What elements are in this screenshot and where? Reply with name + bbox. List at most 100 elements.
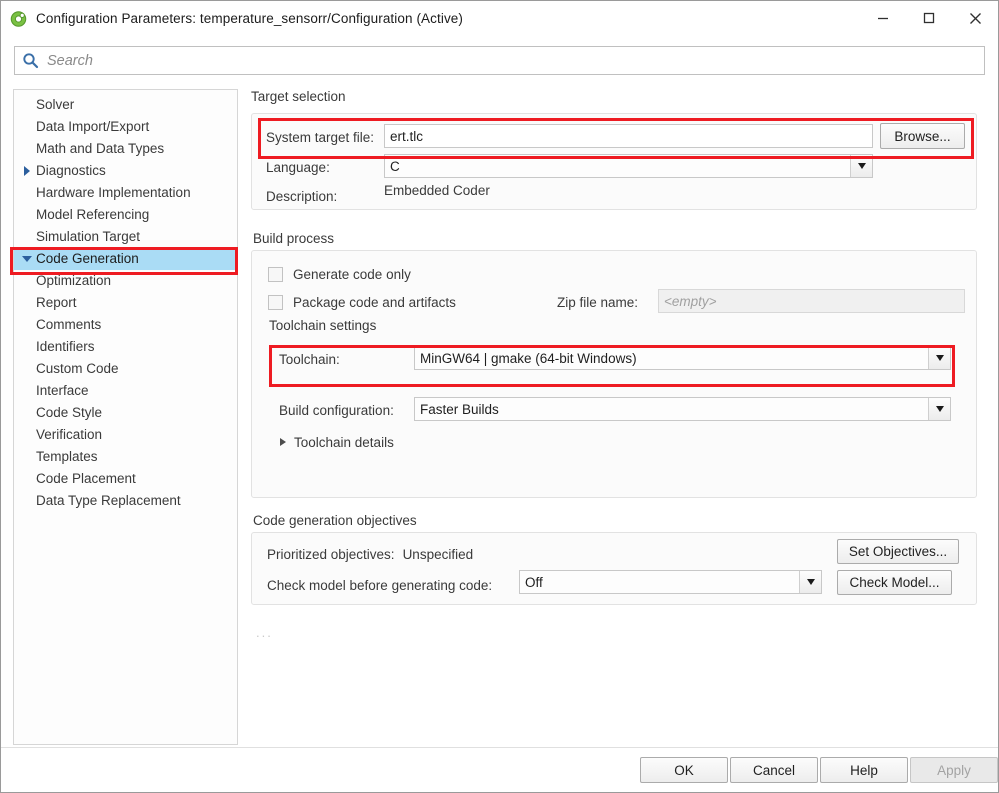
code-generation-objectives-group: Prioritized objectives: Unspecified Set … bbox=[251, 532, 977, 605]
description-value: Embedded Coder bbox=[384, 183, 490, 198]
check-model-dropdown[interactable]: Off bbox=[519, 570, 822, 594]
sidebar-item-interface[interactable]: Interface bbox=[14, 380, 237, 402]
sidebar-item-label: Report bbox=[36, 295, 77, 310]
generate-code-only-label: Generate code only bbox=[293, 266, 411, 282]
browse-button[interactable]: Browse... bbox=[880, 123, 965, 149]
prioritized-objectives-value: Unspecified bbox=[402, 546, 474, 562]
chevron-down-icon[interactable] bbox=[928, 398, 950, 420]
sidebar-item-model-referencing[interactable]: Model Referencing bbox=[14, 204, 237, 226]
toolchain-dropdown[interactable]: MinGW64 | gmake (64-bit Windows) bbox=[414, 346, 951, 370]
check-model-label: Check model before generating code: bbox=[267, 577, 493, 593]
target-selection-title: Target selection bbox=[251, 89, 346, 104]
set-objectives-button[interactable]: Set Objectives... bbox=[837, 539, 959, 564]
prioritized-objectives-label: Prioritized objectives: bbox=[267, 546, 395, 562]
sidebar-item-diagnostics[interactable]: Diagnostics bbox=[14, 160, 237, 182]
sidebar-item-templates[interactable]: Templates bbox=[14, 446, 237, 468]
build-configuration-dropdown[interactable]: Faster Builds bbox=[414, 397, 951, 421]
sidebar-item-code-placement[interactable]: Code Placement bbox=[14, 468, 237, 490]
maximize-button[interactable] bbox=[906, 1, 952, 35]
code-generation-pane: Target selection System target file: ert… bbox=[249, 89, 987, 745]
description-label: Description: bbox=[266, 188, 338, 204]
zip-file-name-row: Zip file name: <empty> bbox=[557, 289, 967, 315]
sidebar-item-label: Custom Code bbox=[36, 361, 119, 376]
chevron-right-icon[interactable] bbox=[280, 438, 286, 446]
sidebar-item-label: Code Style bbox=[36, 405, 103, 420]
help-button[interactable]: Help bbox=[820, 757, 908, 783]
system-target-file-input[interactable]: ert.tlc bbox=[384, 124, 873, 148]
toolchain-label: Toolchain: bbox=[279, 351, 340, 367]
sidebar-item-math-and-data-types[interactable]: Math and Data Types bbox=[14, 138, 237, 160]
zip-file-name-input[interactable]: <empty> bbox=[658, 289, 965, 313]
sidebar-item-optimization[interactable]: Optimization bbox=[14, 270, 237, 292]
prioritized-objectives-row: Prioritized objectives: Unspecified Set … bbox=[267, 539, 967, 567]
build-configuration-value: Faster Builds bbox=[420, 401, 499, 417]
sidebar-item-identifiers[interactable]: Identifiers bbox=[14, 336, 237, 358]
system-target-file-label: System target file: bbox=[266, 129, 375, 145]
toolchain-details-label: Toolchain details bbox=[294, 434, 394, 450]
sidebar-item-label: Verification bbox=[36, 427, 103, 442]
sidebar-item-verification[interactable]: Verification bbox=[14, 424, 237, 446]
sidebar-item-label: Templates bbox=[36, 449, 98, 464]
package-code-checkbox[interactable] bbox=[268, 294, 283, 310]
minimize-button[interactable] bbox=[860, 1, 906, 35]
sidebar-item-label: Data Type Replacement bbox=[36, 493, 181, 508]
build-process-title: Build process bbox=[253, 231, 335, 246]
chevron-down-icon[interactable] bbox=[20, 256, 34, 262]
code-generation-objectives-title: Code generation objectives bbox=[253, 513, 417, 528]
ok-button[interactable]: OK bbox=[640, 757, 728, 783]
generate-code-only-checkbox[interactable] bbox=[268, 266, 283, 282]
sidebar-item-code-style[interactable]: Code Style bbox=[14, 402, 237, 424]
generate-code-only-row[interactable]: Generate code only bbox=[268, 261, 668, 287]
sidebar-item-label: Diagnostics bbox=[36, 163, 106, 178]
build-process-group: Generate code only Package code and arti… bbox=[251, 250, 977, 498]
simulink-icon bbox=[9, 9, 29, 29]
toolchain-value: MinGW64 | gmake (64-bit Windows) bbox=[420, 350, 637, 366]
window-controls bbox=[860, 1, 998, 35]
build-configuration-label: Build configuration: bbox=[279, 402, 394, 418]
apply-button: Apply bbox=[910, 757, 998, 783]
sidebar-item-label: Code Placement bbox=[36, 471, 136, 486]
language-label: Language: bbox=[266, 159, 330, 175]
chevron-down-icon[interactable] bbox=[928, 347, 950, 369]
dialog-footer: OK Cancel Help Apply bbox=[1, 747, 998, 792]
toolchain-details-row[interactable]: Toolchain details bbox=[280, 429, 680, 455]
toolchain-settings-title: Toolchain settings bbox=[269, 318, 377, 333]
sidebar-item-label: Model Referencing bbox=[36, 207, 150, 222]
sidebar-item-report[interactable]: Report bbox=[14, 292, 237, 314]
sidebar-item-simulation-target[interactable]: Simulation Target bbox=[14, 226, 237, 248]
sidebar-item-label: Hardware Implementation bbox=[36, 185, 191, 200]
chevron-down-icon[interactable] bbox=[850, 155, 872, 177]
sidebar-item-label: Identifiers bbox=[36, 339, 95, 354]
chevron-down-icon[interactable] bbox=[799, 571, 821, 593]
configuration-parameters-window: Configuration Parameters: temperature_se… bbox=[0, 0, 999, 793]
build-configuration-row: Build configuration: Faster Builds bbox=[279, 397, 969, 423]
language-row: Language: C bbox=[266, 154, 966, 180]
sidebar-item-solver[interactable]: Solver bbox=[14, 94, 237, 116]
search-input[interactable] bbox=[47, 52, 947, 69]
window-title: Configuration Parameters: temperature_se… bbox=[36, 11, 463, 26]
search-bar[interactable] bbox=[14, 46, 985, 75]
zip-file-name-label: Zip file name: bbox=[557, 294, 639, 310]
language-dropdown[interactable]: C bbox=[384, 154, 873, 178]
sidebar-item-hardware-implementation[interactable]: Hardware Implementation bbox=[14, 182, 237, 204]
sidebar-item-code-generation[interactable]: Code Generation bbox=[14, 248, 237, 270]
search-icon bbox=[23, 53, 39, 69]
chevron-right-icon[interactable] bbox=[20, 166, 34, 176]
check-model-row: Check model before generating code: Off … bbox=[267, 570, 967, 598]
sidebar-item-label: Interface bbox=[36, 383, 89, 398]
settings-tree[interactable]: Solver Data Import/Export Math and Data … bbox=[13, 89, 238, 745]
sidebar-item-custom-code[interactable]: Custom Code bbox=[14, 358, 237, 380]
sidebar-item-label: Solver bbox=[36, 97, 75, 112]
sidebar-item-comments[interactable]: Comments bbox=[14, 314, 237, 336]
sidebar-item-label: Math and Data Types bbox=[36, 141, 165, 156]
sidebar-item-data-type-replacement[interactable]: Data Type Replacement bbox=[14, 490, 237, 512]
toolchain-row: Toolchain: MinGW64 | gmake (64-bit Windo… bbox=[279, 346, 969, 372]
sidebar-item-label: Data Import/Export bbox=[36, 119, 150, 134]
check-model-value: Off bbox=[525, 574, 543, 590]
close-button[interactable] bbox=[952, 1, 998, 35]
check-model-button[interactable]: Check Model... bbox=[837, 570, 952, 595]
sidebar-item-data-import-export[interactable]: Data Import/Export bbox=[14, 116, 237, 138]
cancel-button[interactable]: Cancel bbox=[730, 757, 818, 783]
overflow-indicator[interactable]: ... bbox=[256, 625, 273, 640]
sidebar-item-label: Simulation Target bbox=[36, 229, 141, 244]
